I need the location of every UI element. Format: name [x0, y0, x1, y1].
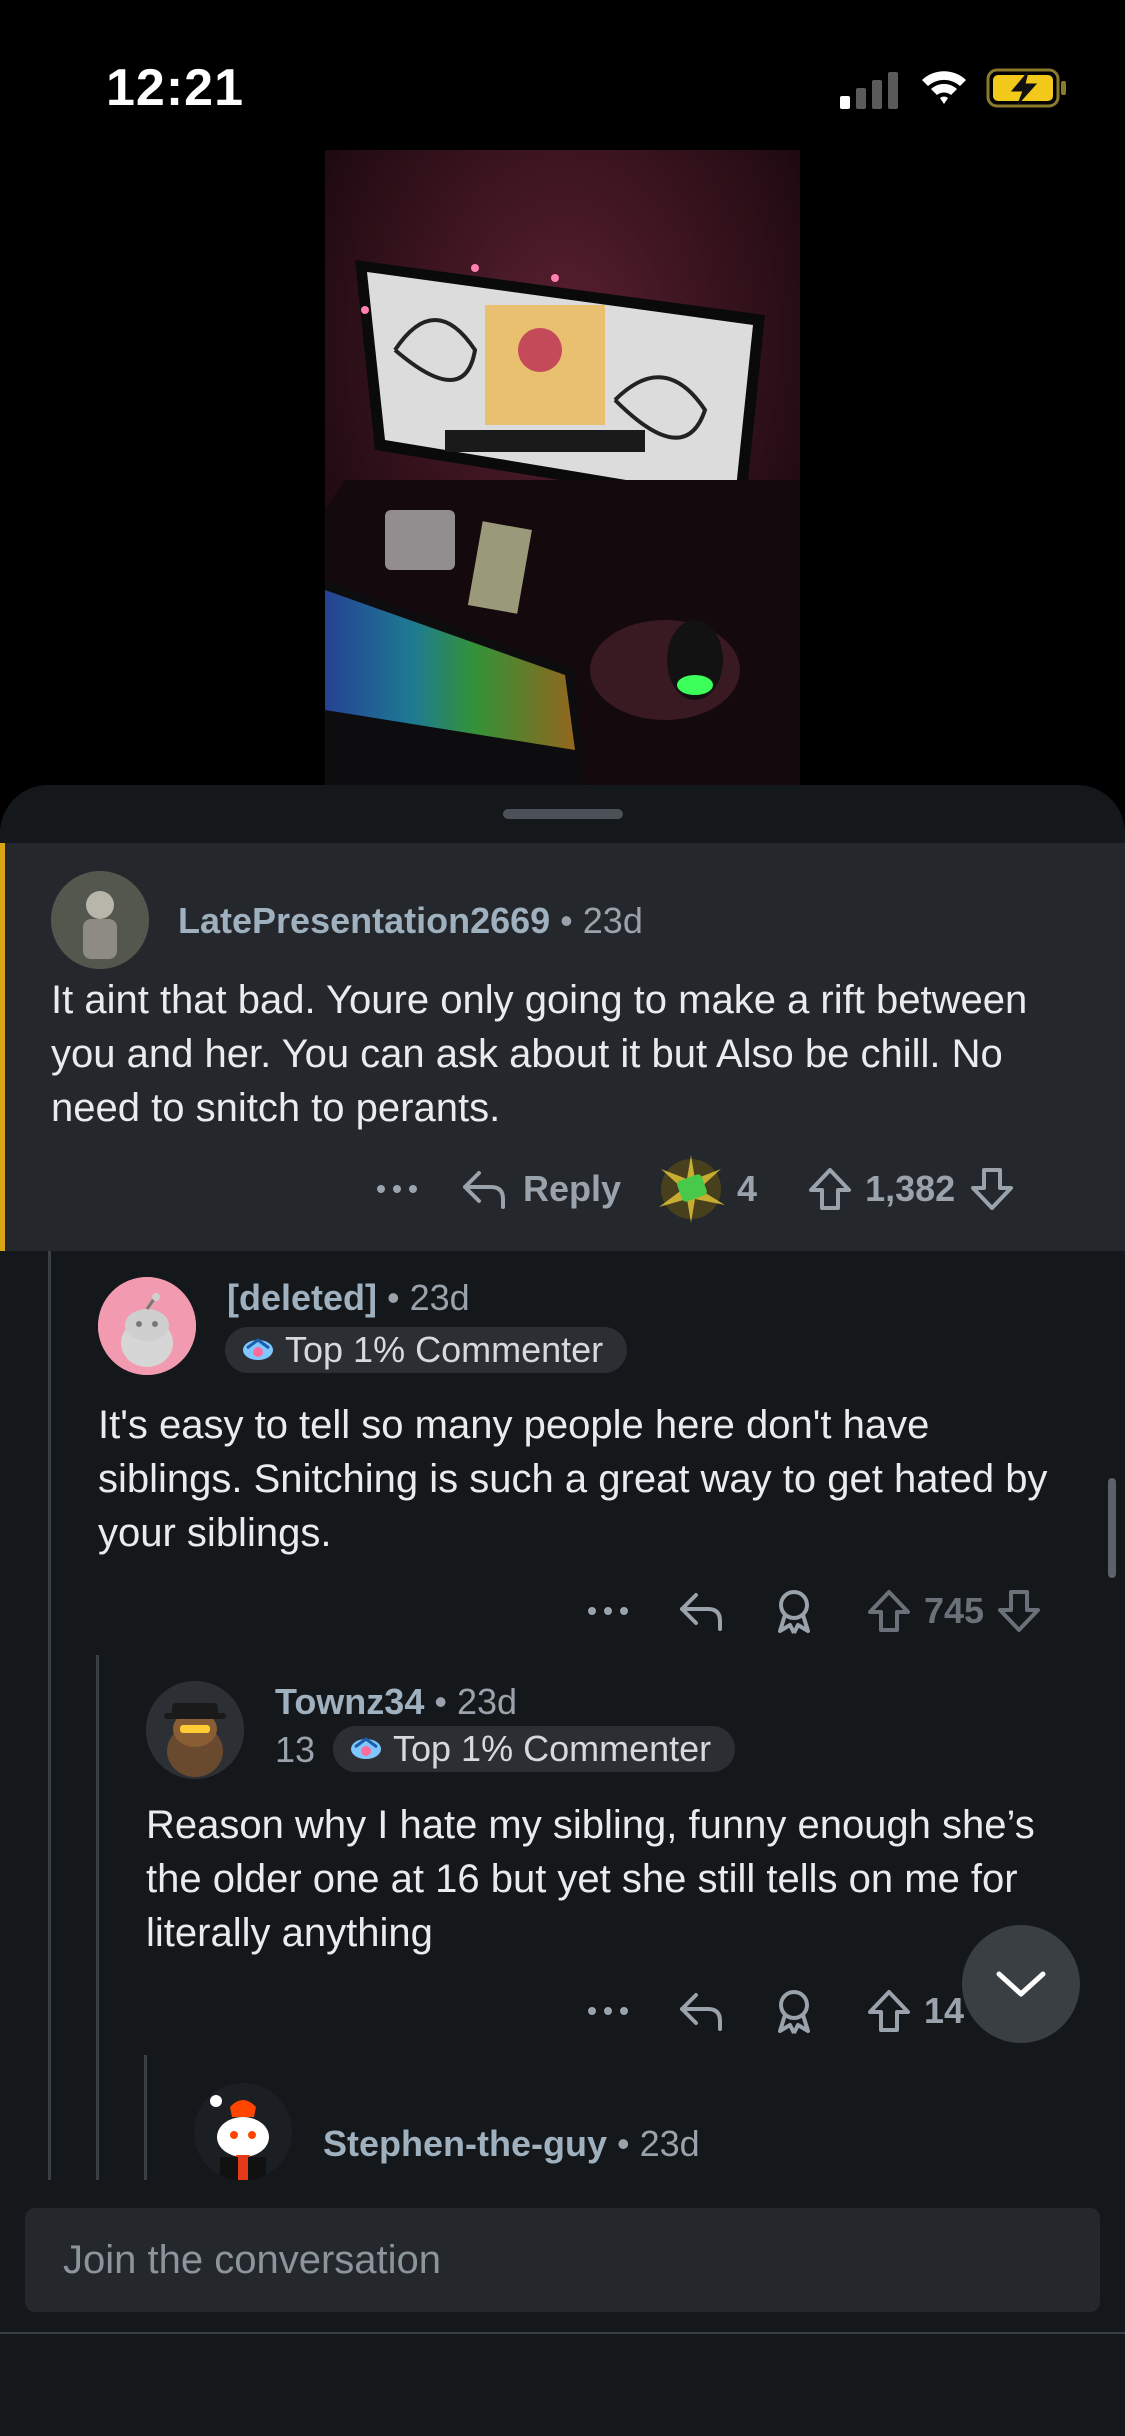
user-flair: Top 1% Commenter — [225, 1327, 628, 1373]
username[interactable]: Stephen-the-guy — [323, 2123, 607, 2164]
flair-text: Top 1% Commenter — [285, 1329, 604, 1370]
comment-meta: Townz34 • 23d — [275, 1681, 517, 1723]
user-flair: Top 1% Commenter — [333, 1726, 736, 1772]
username[interactable]: Townz34 — [275, 1681, 424, 1722]
upvote-icon[interactable] — [866, 1988, 912, 2034]
comment-body: Reason why I hate my sibling, funny enou… — [146, 1803, 1035, 1955]
score: 745 — [924, 1590, 985, 1631]
karma-prefix: 13 — [275, 1729, 316, 1770]
post-image[interactable] — [325, 150, 800, 790]
award-icon[interactable] — [651, 1149, 731, 1229]
comment-actions: 745 — [586, 1581, 1042, 1641]
avatar[interactable] — [51, 871, 149, 969]
comment-age: 23d — [639, 2123, 700, 2164]
separator-dot: • — [387, 1277, 400, 1318]
downvote-icon[interactable] — [996, 1588, 1042, 1634]
separator-dot: • — [560, 900, 573, 941]
score: 1,382 — [865, 1168, 956, 1209]
comment-body: It aint that bad. Youre only going to ma… — [51, 978, 1028, 1130]
username[interactable]: LatePresentation2669 — [178, 900, 550, 941]
avatar[interactable] — [194, 2083, 292, 2181]
status-bar: 12:21 — [0, 0, 1125, 150]
reply-icon[interactable] — [461, 1167, 507, 1211]
downvote-icon[interactable] — [969, 1166, 1015, 1212]
top-commenter-icon — [243, 1338, 273, 1360]
upvote-icon[interactable] — [807, 1166, 853, 1212]
separator-dot: • — [434, 1681, 447, 1722]
avatar[interactable] — [98, 1277, 196, 1375]
divider — [0, 2332, 1125, 2334]
comment-meta: LatePresentation2669 • 23d — [178, 900, 643, 942]
top-commenter-icon — [351, 1737, 381, 1759]
comment-composer: Join the conversation — [0, 2180, 1125, 2436]
chevron-down-icon — [996, 1971, 1046, 1997]
comment-body: It's easy to tell so many people here do… — [98, 1403, 1048, 1555]
comment-actions: 14 — [586, 1981, 964, 2041]
scrollbar-thumb[interactable] — [1108, 1478, 1116, 1578]
separator-dot: • — [617, 2123, 630, 2164]
status-time: 12:21 — [106, 59, 244, 117]
reply-icon[interactable] — [678, 1589, 724, 1633]
comment-input[interactable]: Join the conversation — [25, 2208, 1100, 2312]
award-icon[interactable] — [772, 1587, 816, 1635]
cellular-signal-icon — [840, 72, 898, 109]
score: 14 — [924, 1990, 965, 2031]
comment-age: 23d — [456, 1681, 518, 1722]
comment-age: 23d — [582, 900, 643, 941]
award-icon[interactable] — [772, 1987, 816, 2035]
username[interactable]: [deleted] — [227, 1277, 377, 1318]
comment-meta: Stephen-the-guy • 23d — [323, 2123, 700, 2165]
upvote-icon[interactable] — [866, 1588, 912, 1634]
reply-button[interactable]: Reply — [523, 1168, 621, 1210]
sheet-grabber[interactable] — [503, 809, 623, 819]
flair-text: Top 1% Commenter — [393, 1728, 712, 1769]
avatar[interactable] — [146, 1681, 244, 1779]
highlighted-comment: LatePresentation2669 • 23d It aint that ba… — [0, 843, 1125, 1251]
wifi-icon — [922, 71, 966, 104]
reply-icon[interactable] — [678, 1989, 724, 2033]
more-options-icon[interactable] — [586, 2001, 630, 2021]
more-options-icon[interactable] — [586, 1601, 630, 1621]
next-comment-button[interactable] — [962, 1925, 1080, 2043]
post-photo — [325, 150, 800, 790]
comment-meta: [deleted] • 23d — [227, 1277, 470, 1319]
comment-age: 23d — [409, 1277, 470, 1318]
award-count: 4 — [737, 1168, 758, 1209]
battery-charging-icon — [986, 68, 1066, 108]
comment-actions: Reply 4 1,382 — [375, 1155, 1015, 1223]
more-options-icon[interactable] — [375, 1179, 419, 1199]
